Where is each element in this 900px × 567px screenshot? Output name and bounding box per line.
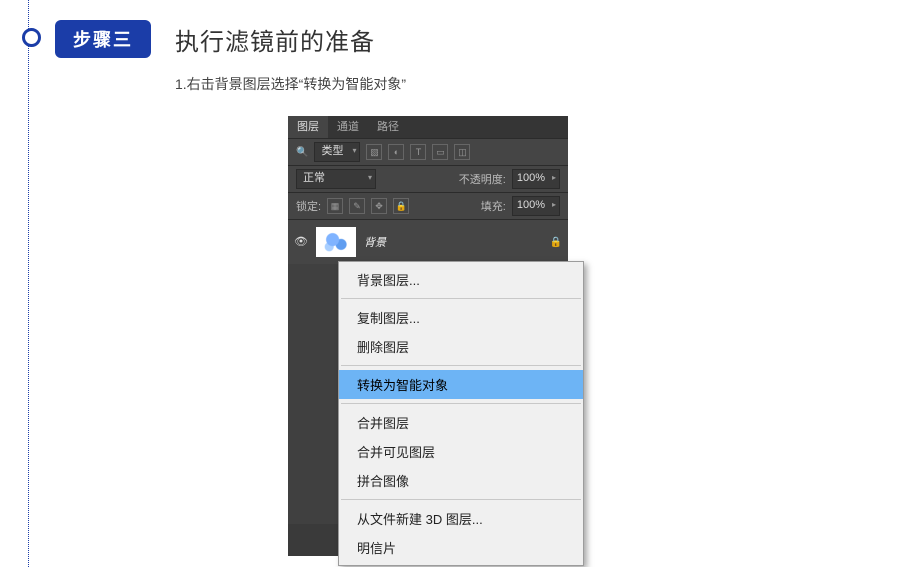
tab-layers[interactable]: 图层 bbox=[288, 116, 328, 138]
menu-merge-visible[interactable]: 合并可见图层 bbox=[339, 437, 583, 466]
filter-shape-icon[interactable]: ▭ bbox=[432, 144, 448, 160]
menu-delete-layer[interactable]: 删除图层 bbox=[339, 332, 583, 361]
visibility-icon[interactable]: 👁 bbox=[294, 235, 308, 249]
lock-indicator-icon: 🔒 bbox=[550, 237, 562, 248]
opacity-label: 不透明度: bbox=[459, 171, 506, 187]
filter-smart-icon[interactable]: ◫ bbox=[454, 144, 470, 160]
step-badge: 步骤三 bbox=[55, 20, 151, 58]
lock-position-icon[interactable]: ✥ bbox=[371, 198, 387, 214]
layer-list: 👁 背景 🔒 bbox=[288, 219, 568, 264]
lock-fill-row: 锁定: ▦ ✎ ✥ 🔒 填充: 100% bbox=[288, 192, 568, 219]
panel-tabs: 图层 通道 路径 bbox=[288, 116, 568, 138]
fill-label: 填充: bbox=[481, 198, 506, 214]
filter-pixel-icon[interactable]: ▧ bbox=[366, 144, 382, 160]
menu-separator bbox=[341, 298, 581, 299]
step-description: 1.右击背景图层选择“转换为智能对象” bbox=[175, 74, 406, 94]
layer-thumbnail[interactable] bbox=[316, 227, 356, 257]
tab-paths[interactable]: 路径 bbox=[368, 116, 408, 138]
lock-transparency-icon[interactable]: ▦ bbox=[327, 198, 343, 214]
blend-mode-select[interactable]: 正常 bbox=[296, 169, 376, 189]
menu-convert-smart-object[interactable]: 转换为智能对象 bbox=[339, 370, 583, 399]
layer-name: 背景 bbox=[364, 234, 542, 250]
context-menu: 背景图层... 复制图层... 删除图层 转换为智能对象 合并图层 合并可见图层… bbox=[338, 261, 584, 566]
opacity-value[interactable]: 100% bbox=[512, 169, 560, 189]
menu-background-layer[interactable]: 背景图层... bbox=[339, 265, 583, 294]
menu-duplicate-layer[interactable]: 复制图层... bbox=[339, 303, 583, 332]
lock-all-icon[interactable]: 🔒 bbox=[393, 198, 409, 214]
filter-type-select[interactable]: 类型 bbox=[314, 142, 360, 162]
menu-postcard[interactable]: 明信片 bbox=[339, 533, 583, 562]
menu-new-3d-layer[interactable]: 从文件新建 3D 图层... bbox=[339, 504, 583, 533]
layer-filter-bar: 🔍 类型 ▧ ◐ T ▭ ◫ bbox=[288, 138, 568, 165]
menu-separator bbox=[341, 365, 581, 366]
menu-separator bbox=[341, 403, 581, 404]
filter-type-icon[interactable]: T bbox=[410, 144, 426, 160]
menu-flatten-image[interactable]: 拼合图像 bbox=[339, 466, 583, 495]
search-icon: 🔍 bbox=[296, 147, 308, 158]
lock-brush-icon[interactable]: ✎ bbox=[349, 198, 365, 214]
fill-value[interactable]: 100% bbox=[512, 196, 560, 216]
menu-separator bbox=[341, 499, 581, 500]
filter-adjust-icon[interactable]: ◐ bbox=[388, 144, 404, 160]
blend-opacity-row: 正常 不透明度: 100% bbox=[288, 165, 568, 192]
step-title: 执行滤镜前的准备 bbox=[175, 22, 375, 57]
timeline-line bbox=[28, 0, 30, 567]
menu-merge-layers[interactable]: 合并图层 bbox=[339, 408, 583, 437]
lock-label: 锁定: bbox=[296, 198, 321, 214]
timeline-dot bbox=[22, 28, 41, 47]
layer-row-background[interactable]: 👁 背景 🔒 bbox=[288, 224, 568, 260]
tab-channels[interactable]: 通道 bbox=[328, 116, 368, 138]
